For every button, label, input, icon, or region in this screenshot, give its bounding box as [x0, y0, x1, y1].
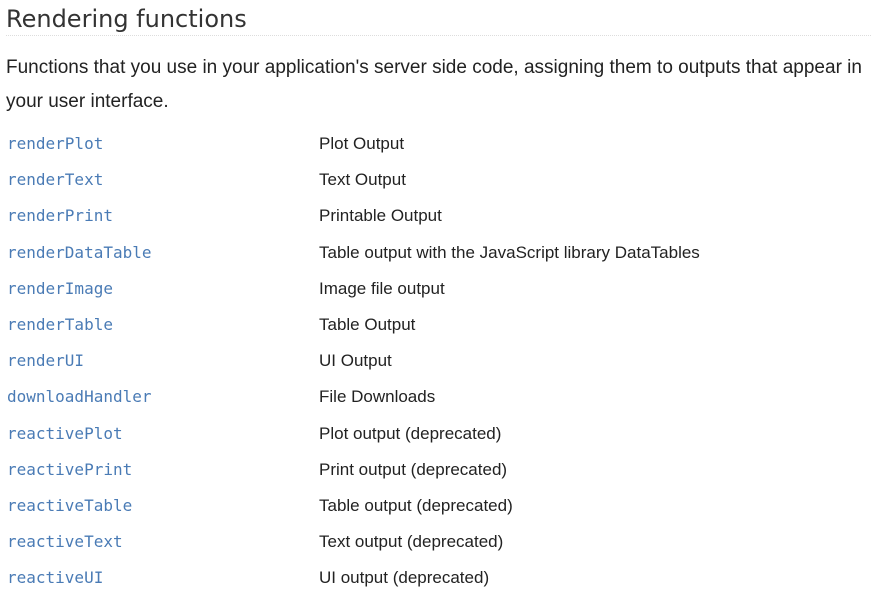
section-description: Functions that you use in your applicati… — [6, 57, 862, 112]
function-link-reactiveplot[interactable]: reactivePlot — [7, 416, 123, 452]
table-row: renderUI UI Output — [0, 343, 871, 379]
function-description: Plot output (deprecated) — [319, 423, 502, 443]
function-description: Print output (deprecated) — [319, 459, 508, 479]
table-row: reactiveTable Table output (deprecated) — [0, 488, 871, 524]
function-description: Plot Output — [319, 134, 405, 153]
table-row: renderPlot Plot Output — [0, 126, 871, 162]
function-description: Table Output — [319, 314, 416, 334]
table-row: renderDataTable Table output with the Ja… — [0, 235, 871, 271]
function-link-renderprint[interactable]: renderPrint — [7, 198, 113, 234]
function-link-downloadhandler[interactable]: downloadHandler — [7, 379, 152, 415]
function-link-reactivetext[interactable]: reactiveText — [7, 524, 123, 560]
section-title: Rendering functions — [6, 2, 871, 36]
function-link-reactiveui[interactable]: reactiveUI — [7, 560, 103, 596]
function-description: File Downloads — [319, 387, 436, 407]
function-description: Table output with the JavaScript library… — [319, 242, 700, 262]
table-row: renderImage Image file output — [0, 271, 871, 307]
function-description: Text Output — [319, 170, 406, 190]
table-row: reactiveUI UI output (deprecated) — [0, 560, 871, 596]
table-row: renderText Text Output — [0, 162, 871, 198]
function-link-rendertext[interactable]: renderText — [7, 162, 103, 198]
function-description: Text output (deprecated) — [319, 532, 504, 552]
table-row: reactivePlot Plot output (deprecated) — [0, 416, 871, 452]
table-row: downloadHandler File Downloads — [0, 379, 871, 415]
function-link-reactivetable[interactable]: reactiveTable — [7, 488, 132, 524]
function-description: Printable Output — [319, 206, 442, 226]
function-link-rendertable[interactable]: renderTable — [7, 307, 113, 343]
function-description: Table output (deprecated) — [319, 495, 513, 515]
table-row: renderTable Table Output — [0, 307, 871, 343]
table-row: reactiveText Text output (deprecated) — [0, 524, 871, 560]
function-link-renderdatatable[interactable]: renderDataTable — [7, 235, 152, 271]
function-description: UI output (deprecated) — [319, 568, 490, 588]
table-row: reactivePrint Print output (deprecated) — [0, 452, 871, 488]
function-link-renderplot[interactable]: renderPlot — [7, 126, 103, 162]
table-row: renderPrint Printable Output — [0, 198, 871, 234]
function-description: UI Output — [319, 351, 392, 371]
function-link-reactiveprint[interactable]: reactivePrint — [7, 452, 132, 488]
function-link-renderimage[interactable]: renderImage — [7, 271, 113, 307]
functions-table: renderPlot Plot Output renderText Text O… — [0, 126, 871, 596]
function-link-renderui[interactable]: renderUI — [7, 343, 84, 379]
function-description: Image file output — [319, 278, 445, 298]
